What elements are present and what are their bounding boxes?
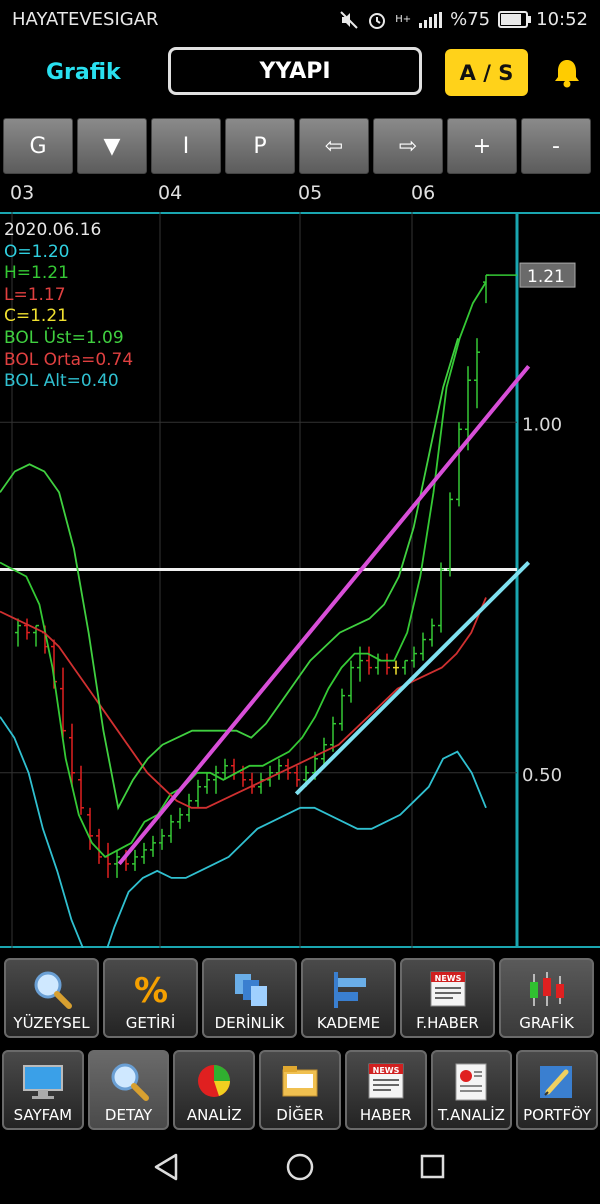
legend-high: H=1.21	[4, 263, 69, 284]
legend-bol-mid: BOL Orta=0.74	[4, 349, 134, 370]
legend-date: 2020.06.16	[4, 220, 102, 240]
network-type: H+	[395, 14, 412, 25]
buy-sell-button[interactable]: A / S	[445, 49, 528, 96]
tab-label: ANALİZ	[186, 1106, 242, 1124]
pen-icon	[540, 1066, 573, 1098]
toolbar-minus-button[interactable]: -	[521, 118, 591, 174]
toolbar-down-button[interactable]: ▼	[77, 118, 147, 174]
bell-icon[interactable]	[550, 56, 584, 90]
page-title: Grafik	[46, 60, 121, 85]
kademe-icon	[333, 972, 366, 1008]
alarm-icon	[369, 12, 386, 29]
signal-icon	[419, 11, 443, 28]
y-tick-label: 1.00	[522, 414, 562, 435]
tab-label: PORTFÖY	[523, 1106, 592, 1124]
price-chart[interactable]: 0.50 1.00 1.21 2020.06.16 O=1.20 H=1.21 L=…	[0, 212, 600, 948]
toolbar-plus-button[interactable]: +	[447, 118, 517, 174]
svg-text:NEWS: NEWS	[372, 1066, 399, 1075]
legend-low: L=1.17	[4, 284, 66, 305]
tab-label: SAYFAM	[13, 1106, 73, 1124]
toolbar-g-button[interactable]: G	[3, 118, 73, 174]
upper-trend-line	[117, 364, 531, 866]
candlestick-icon	[529, 972, 564, 1006]
tab-label: YÜZEYSEL	[13, 1014, 90, 1032]
nav-sayfam[interactable]: SAYFAM	[2, 1050, 84, 1130]
svg-text:NEWS: NEWS	[434, 974, 461, 983]
tab-derinlik[interactable]: DERİNLİK	[202, 958, 297, 1038]
report-icon	[455, 1063, 487, 1101]
tab-label: GETİRİ	[125, 1014, 176, 1032]
tab-label: DİĞER	[276, 1106, 324, 1124]
chart-legend: 2020.06.16 O=1.20 H=1.21 L=1.17 C=1.21 B…	[4, 220, 133, 393]
symbol-selector[interactable]: YYAPI	[168, 47, 422, 95]
system-nav-bar	[0, 1138, 600, 1200]
tab-label: F.HABER	[416, 1014, 479, 1032]
tab-fhaber[interactable]: NEWS F.HABER	[400, 958, 495, 1038]
legend-bol-upper: BOL Üst=1.09	[4, 327, 124, 348]
nav-portfoy[interactable]: PORTFÖY	[516, 1050, 599, 1130]
bollinger-upper-line	[0, 337, 459, 811]
month-label: 06	[411, 182, 436, 204]
bottom-nav-bar: SAYFAM DETAY ANALİZ DİĞER NEWS HABER T.ANALİZ P…	[2, 1050, 599, 1132]
status-bar: HAYATEVESIGAR H+ %75 10:52	[0, 0, 600, 40]
legend-open: O=1.20	[4, 241, 70, 262]
pie-chart-icon	[198, 1065, 231, 1097]
tab-label: DETAY	[104, 1106, 153, 1124]
tab-label: T.ANALİZ	[437, 1106, 505, 1124]
bollinger-lower-line	[0, 716, 487, 948]
clock: 10:52	[536, 9, 588, 30]
toolbar-p-button[interactable]: P	[225, 118, 295, 174]
battery-icon	[498, 11, 532, 28]
tab-label: HABER	[359, 1106, 412, 1124]
recents-icon[interactable]	[420, 1154, 445, 1179]
news-icon: NEWS	[430, 971, 465, 1007]
toolbar-i-button[interactable]: I	[151, 118, 221, 174]
chart-toolbar: G ▼ I P ⇦ ⇨ + -	[3, 118, 600, 176]
tab-kademe[interactable]: KADEME	[301, 958, 396, 1038]
svg-text:%: %	[133, 971, 167, 1011]
top-tab-bar: YÜZEYSEL% GETİRİ DERİNLİK KADEME NEWS F.HABER…	[4, 958, 598, 1040]
folder-icon	[282, 1066, 318, 1097]
status-icons: H+ %75 10:52	[339, 9, 588, 30]
carrier-name: HAYATEVESIGAR	[12, 9, 159, 30]
battery-percent: %75	[450, 9, 491, 30]
legend-close: C=1.21	[4, 306, 68, 327]
tab-label: KADEME	[316, 1014, 381, 1032]
back-icon[interactable]	[154, 1153, 178, 1181]
nav-haber[interactable]: NEWS HABER	[344, 1050, 427, 1130]
y-tick-label: 0.50	[522, 765, 562, 786]
monitor-icon	[22, 1065, 63, 1099]
toolbar-right-button[interactable]: ⇨	[373, 118, 443, 174]
month-label: 05	[298, 182, 323, 204]
price-marker-label: 1.21	[527, 267, 565, 287]
tab-getiri[interactable]: % GETİRİ	[103, 958, 198, 1038]
legend-bol-lower: BOL Alt=0.40	[4, 371, 119, 392]
nav-tanaliz[interactable]: T.ANALİZ	[430, 1050, 513, 1130]
toolbar-left-button[interactable]: ⇦	[299, 118, 369, 174]
news-icon: NEWS	[368, 1063, 404, 1099]
month-label: 03	[10, 182, 35, 204]
nav-detay[interactable]: DETAY	[87, 1050, 170, 1130]
mute-icon	[340, 10, 358, 29]
app-header: Grafik YYAPI A / S	[0, 40, 600, 108]
magnifier-icon	[111, 1063, 149, 1101]
tab-label: DERİNLİK	[214, 1014, 285, 1032]
tab-label: GRAFİK	[519, 1014, 574, 1032]
depth-icon	[234, 974, 267, 1006]
tab-yuzeysel[interactable]: YÜZEYSEL	[4, 958, 99, 1038]
month-label: 04	[158, 182, 183, 204]
home-icon[interactable]	[286, 1153, 314, 1181]
tab-grafik[interactable]: GRAFİK	[499, 958, 594, 1038]
percent-icon: %	[133, 971, 167, 1011]
magnifier-icon	[34, 971, 72, 1009]
nav-diger[interactable]: DİĞER	[259, 1050, 341, 1130]
nav-analiz[interactable]: ANALİZ	[173, 1050, 256, 1130]
month-axis: 03 04 05 06	[0, 182, 600, 210]
